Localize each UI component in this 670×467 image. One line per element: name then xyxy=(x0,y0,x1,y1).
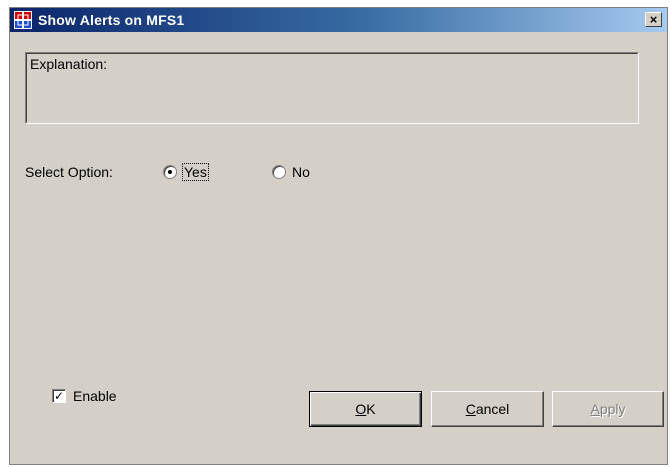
apply-button[interactable]: Apply xyxy=(552,391,664,427)
close-icon[interactable]: × xyxy=(645,12,662,27)
apply-accel: A xyxy=(590,401,600,417)
radio-no-label[interactable]: No xyxy=(292,164,310,180)
radio-yes-label[interactable]: Yes xyxy=(182,163,209,181)
radio-selected-dot xyxy=(168,170,172,174)
enable-checkbox[interactable]: ✓ Enable xyxy=(52,388,117,404)
cancel-rest: ancel xyxy=(475,401,510,417)
window-title: Show Alerts on MFS1 xyxy=(38,12,185,28)
apply-rest: pply xyxy=(599,401,626,417)
radio-no[interactable]: No xyxy=(272,164,310,180)
select-option-label: Select Option: xyxy=(25,164,113,180)
radio-yes-circle[interactable] xyxy=(163,165,177,179)
radio-yes[interactable]: Yes xyxy=(163,163,209,181)
ok-rest: K xyxy=(366,401,376,417)
ok-button[interactable]: OK xyxy=(309,391,422,427)
enable-label[interactable]: Enable xyxy=(73,388,117,404)
title-bar[interactable]: Show Alerts on MFS1 × xyxy=(10,8,667,32)
ok-accel: O xyxy=(355,401,367,417)
explanation-label: Explanation: xyxy=(30,56,108,72)
radio-no-circle[interactable] xyxy=(272,165,286,179)
cancel-accel: C xyxy=(465,401,476,417)
dialog-window: Show Alerts on MFS1 × Explanation: Selec… xyxy=(9,7,668,465)
checkbox-box[interactable]: ✓ xyxy=(52,389,66,403)
cancel-button[interactable]: Cancel xyxy=(431,391,544,427)
check-icon: ✓ xyxy=(53,389,65,403)
explanation-box: Explanation: xyxy=(25,52,639,124)
grid-app-icon xyxy=(14,11,32,29)
